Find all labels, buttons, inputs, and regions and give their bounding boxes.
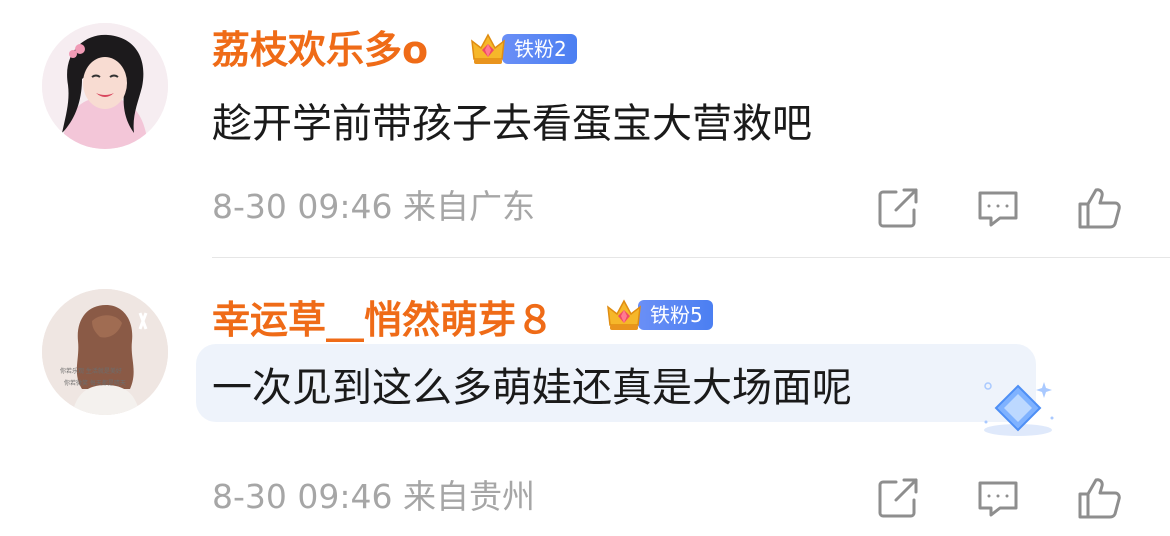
reply-icon[interactable] — [974, 184, 1022, 232]
avatar-caption: 你若微笑 每天都是晴天 — [64, 379, 126, 387]
username[interactable]: 荔枝欢乐多o — [212, 31, 428, 69]
avatar[interactable]: 你若乐观 生活就是美好 你若微笑 每天都是晴天 — [42, 289, 168, 415]
comment-location: 来自贵州 — [403, 477, 535, 516]
share-icon[interactable] — [874, 184, 922, 232]
diamond-decoration-icon — [984, 382, 1054, 436]
comment-meta: 8-30 09:46 来自广东 — [212, 190, 535, 223]
comment-text: 一次见到这么多萌娃还真是大场面呢 — [212, 365, 852, 411]
comment-text: 趁开学前带孩子去看蛋宝大营救吧 — [212, 101, 812, 147]
share-icon[interactable] — [874, 474, 922, 522]
fan-badge[interactable]: 铁粉5 — [604, 298, 713, 332]
comment-item: 荔枝欢乐多o 铁粉2 趁开学前带孩子去看蛋宝大营救吧 8-30 09:46 来自… — [0, 0, 1170, 258]
comment-location: 来自广东 — [403, 187, 535, 226]
avatar[interactable] — [42, 23, 168, 149]
like-icon[interactable] — [1076, 184, 1124, 232]
comment-meta: 8-30 09:46 来自贵州 — [212, 480, 535, 513]
comment-time: 8-30 09:46 — [212, 477, 393, 516]
like-icon[interactable] — [1076, 474, 1124, 522]
badge-label: 铁粉2 — [502, 34, 577, 64]
comment-time: 8-30 09:46 — [212, 187, 393, 226]
fan-badge[interactable]: 铁粉2 — [468, 32, 577, 66]
reply-icon[interactable] — [974, 474, 1022, 522]
username[interactable]: 幸运草__悄然萌芽８ — [212, 301, 554, 339]
crown-icon — [471, 33, 505, 64]
badge-label: 铁粉5 — [638, 300, 713, 330]
comment-item: 你若乐观 生活就是美好 你若微笑 每天都是晴天 幸运草__悄然萌芽８ 铁粉5 一… — [0, 258, 1170, 536]
crown-icon — [607, 299, 641, 330]
avatar-caption: 你若乐观 生活就是美好 — [60, 367, 122, 375]
